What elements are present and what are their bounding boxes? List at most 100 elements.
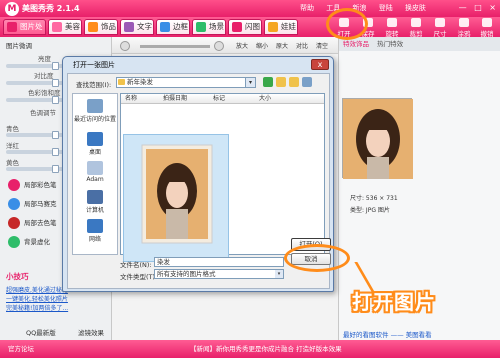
filter-effects-label: 滤镜效果 bbox=[78, 329, 104, 337]
tip-link[interactable]: 完美秘籍!加两倍多了... bbox=[6, 303, 68, 312]
filename-input[interactable]: 染发 bbox=[154, 257, 284, 267]
window-controls: — □ × bbox=[454, 3, 496, 12]
menu-help[interactable]: 帮助 bbox=[300, 4, 314, 12]
slider-label-brightness: 亮度 bbox=[38, 55, 51, 63]
background-blur-button[interactable]: 背景虚化 bbox=[8, 236, 50, 248]
zoom-out-icon[interactable] bbox=[214, 41, 224, 51]
undo-icon bbox=[482, 18, 492, 27]
tab-scene[interactable]: 场景 bbox=[192, 19, 226, 35]
filetype-label: 文件类型(T): bbox=[120, 273, 158, 281]
promo-link[interactable]: 最好的看图软件 —— 美图看看 bbox=[343, 329, 432, 339]
status-bar: 官方论坛 【新闻】新你用秀秀更是你成片融合 打造好版本效果 bbox=[0, 340, 500, 358]
lookin-dropdown[interactable]: 新年染发 ▾ bbox=[116, 77, 256, 88]
tab-accessories[interactable]: 饰品 bbox=[84, 19, 118, 35]
chevron-down-icon[interactable]: ▾ bbox=[245, 78, 255, 87]
menu-login[interactable]: 登陆 bbox=[379, 4, 393, 12]
slider-label-contrast: 对比度 bbox=[34, 72, 54, 80]
undo-button[interactable]: 撤销 bbox=[476, 17, 498, 38]
tab-beauty[interactable]: 美容 bbox=[48, 19, 82, 35]
tip-link[interactable]: 一键美化,轻松美化照片 bbox=[6, 294, 68, 303]
highlight-ring-open bbox=[326, 8, 368, 40]
dialog-close-icon[interactable]: x bbox=[311, 59, 329, 70]
button-label: 背景虚化 bbox=[24, 238, 50, 246]
maximize-icon[interactable]: □ bbox=[474, 3, 482, 12]
column-date-taken[interactable]: 拍摄日期 bbox=[163, 94, 187, 104]
column-tags[interactable]: 标记 bbox=[213, 94, 225, 104]
brush-button[interactable]: 涂鸦 bbox=[453, 17, 475, 38]
doll-icon bbox=[268, 22, 278, 32]
tab-doll[interactable]: 娃娃 bbox=[264, 19, 298, 35]
menu-bar: 帮助 工具 新浪 登陆 换皮肤 bbox=[300, 3, 436, 13]
local-mosaic-button[interactable]: 局部马赛克 bbox=[8, 198, 57, 210]
button-label: 局部去色笔 bbox=[24, 219, 57, 227]
file-list-header: 名称 拍摄日期 标记 大小 bbox=[121, 94, 324, 104]
tab-hot-effects[interactable]: 热门特效 bbox=[377, 40, 403, 48]
tip-link[interactable]: 超强磨皮,美化通过秘籍 bbox=[6, 285, 68, 294]
app-title: 美图秀秀 2.1.4 bbox=[22, 4, 80, 13]
lookin-value: 新年染发 bbox=[127, 78, 153, 86]
chevron-down-icon[interactable]: ▾ bbox=[275, 270, 283, 278]
text-icon bbox=[124, 22, 134, 32]
forum-link[interactable]: 官方论坛 bbox=[8, 340, 34, 358]
original-size-label[interactable]: 原大 bbox=[276, 41, 288, 50]
file-thumbnail-selected[interactable] bbox=[123, 134, 229, 262]
mosaic-icon bbox=[8, 198, 20, 210]
zoom-out-label[interactable]: 缩小 bbox=[256, 41, 268, 50]
place-computer[interactable]: 计算机 bbox=[73, 190, 117, 214]
news-ticker[interactable]: 【新闻】新你用秀秀更是你成片融合 打造好版本效果 bbox=[190, 340, 342, 358]
recent-places-icon bbox=[87, 99, 103, 113]
panel-title: 图片微调 bbox=[6, 42, 32, 50]
back-icon[interactable] bbox=[263, 77, 273, 87]
column-name[interactable]: 名称 bbox=[125, 94, 137, 104]
tab-frame[interactable]: 边框 bbox=[156, 19, 190, 35]
dialog-title: 打开一张图片 bbox=[73, 61, 115, 69]
close-icon[interactable]: × bbox=[489, 3, 496, 12]
folder-icon bbox=[118, 79, 125, 85]
slider-label-cyan: 青色 bbox=[6, 125, 19, 133]
rotate-icon bbox=[387, 18, 397, 27]
slider-label-hue: 色调调节 bbox=[30, 109, 56, 117]
computer-icon bbox=[87, 190, 103, 204]
file-list[interactable]: 名称 拍摄日期 标记 大小 bbox=[120, 93, 325, 262]
zoom-slider[interactable] bbox=[140, 45, 210, 48]
place-desktop[interactable]: 桌面 bbox=[73, 132, 117, 156]
new-folder-icon[interactable] bbox=[289, 77, 299, 87]
accessories-icon bbox=[88, 22, 98, 32]
zoom-in-label[interactable]: 放大 bbox=[236, 41, 248, 50]
image-edit-icon bbox=[7, 22, 17, 32]
place-label: 桌面 bbox=[88, 149, 101, 156]
rotate-button[interactable]: 旋转 bbox=[381, 17, 403, 38]
flash-icon bbox=[232, 22, 242, 32]
local-decolor-pen-button[interactable]: 局部去色笔 bbox=[8, 217, 57, 229]
column-size[interactable]: 大小 bbox=[259, 94, 271, 104]
preview-image bbox=[342, 98, 413, 179]
title-bar: M 美图秀秀 2.1.4 帮助 工具 新浪 登陆 换皮肤 — □ × bbox=[0, 0, 500, 17]
crop-icon bbox=[411, 18, 421, 27]
resize-button[interactable]: 尺寸 bbox=[429, 17, 451, 38]
filetype-select[interactable]: 所有支持的图片格式 ▾ bbox=[154, 269, 284, 279]
qq-latest-link[interactable]: QQ最新版 bbox=[26, 327, 56, 337]
up-folder-icon[interactable] bbox=[276, 77, 286, 87]
place-network[interactable]: 网络 bbox=[73, 219, 117, 243]
place-user[interactable]: Adam bbox=[73, 161, 117, 183]
color-pen-icon bbox=[8, 179, 20, 191]
place-recent[interactable]: 最近访问的位置 bbox=[73, 99, 117, 123]
tab-effects-accessories[interactable]: 特效饰品 bbox=[343, 40, 369, 48]
compare-label[interactable]: 对比 bbox=[296, 41, 308, 50]
menu-skin[interactable]: 换皮肤 bbox=[405, 4, 426, 12]
tab-text[interactable]: 文字 bbox=[120, 19, 154, 35]
slider-label-magenta: 洋红 bbox=[6, 142, 19, 150]
button-label: 局部彩色笔 bbox=[24, 181, 57, 189]
beauty-icon bbox=[52, 22, 62, 32]
clear-label[interactable]: 清空 bbox=[316, 41, 328, 50]
zoom-in-icon[interactable] bbox=[120, 41, 130, 51]
crop-button[interactable]: 裁剪 bbox=[405, 17, 427, 38]
portrait-thumbnail bbox=[141, 144, 213, 244]
filetype-value: 所有支持的图片格式 bbox=[157, 270, 216, 278]
tab-label: 场景 bbox=[209, 22, 224, 31]
local-color-pen-button[interactable]: 局部彩色笔 bbox=[8, 179, 57, 191]
tab-image-edit[interactable]: 图片处理 bbox=[3, 19, 46, 45]
tab-flash[interactable]: 闪图 bbox=[228, 19, 262, 35]
minimize-icon[interactable]: — bbox=[459, 3, 467, 12]
view-menu-icon[interactable] bbox=[302, 77, 312, 87]
